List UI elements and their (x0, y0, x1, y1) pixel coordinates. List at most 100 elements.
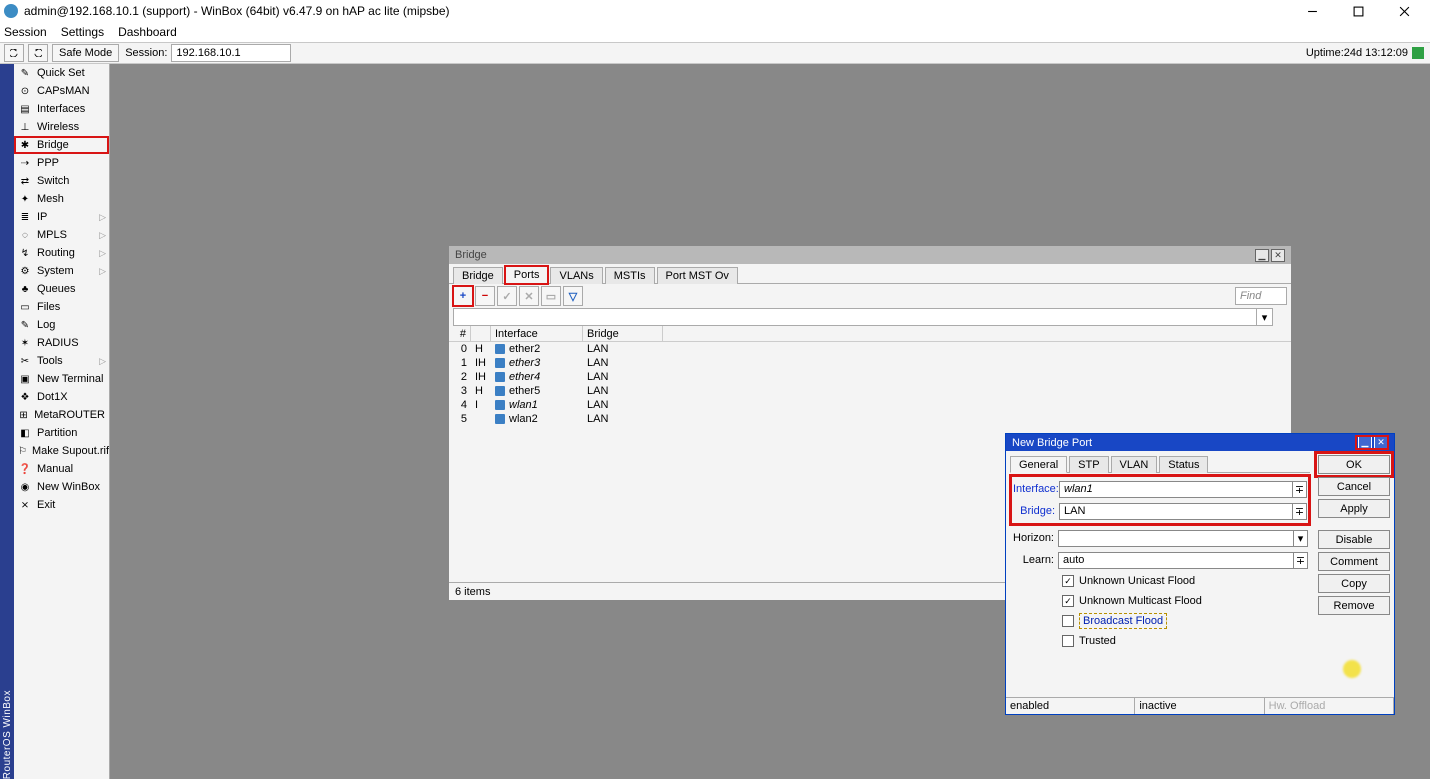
sidebar-item-exit[interactable]: ⨯Exit (14, 496, 109, 514)
sidebar-item-new-winbox[interactable]: ◉New WinBox (14, 478, 109, 496)
minimize-button[interactable] (1298, 2, 1326, 20)
col-interface[interactable]: Interface (491, 326, 583, 341)
dialog-title[interactable]: New Bridge Port ▁ ✕ (1006, 434, 1394, 451)
col-flag[interactable] (471, 326, 491, 341)
menu-settings[interactable]: Settings (61, 25, 104, 39)
dialog-close-icon[interactable]: ✕ (1374, 436, 1388, 449)
ok-button[interactable]: OK (1318, 455, 1390, 474)
tab-vlans[interactable]: VLANs (550, 267, 602, 284)
filter-dropdown[interactable]: ▾ (453, 308, 1273, 326)
table-row[interactable]: 3Hether5LAN (449, 384, 1291, 398)
tab-bridge[interactable]: Bridge (453, 267, 503, 284)
dropdown-arrow-icon[interactable]: ∓ (1292, 482, 1306, 497)
enable-button[interactable]: ✓ (497, 286, 517, 306)
table-row[interactable]: 2IHether4LAN (449, 370, 1291, 384)
sidebar-item-ip[interactable]: ≣IP▷ (14, 208, 109, 226)
sidebar-item-label: Routing (37, 247, 75, 259)
undo-button[interactable] (4, 44, 24, 62)
remove-button[interactable]: Remove (1318, 596, 1390, 615)
sidebar-icon: ✂ (18, 354, 32, 368)
sidebar-item-log[interactable]: ✎Log (14, 316, 109, 334)
comment-button[interactable]: ▭ (541, 286, 561, 306)
bridge-window-title[interactable]: Bridge ▁ ✕ (449, 246, 1291, 264)
find-input[interactable]: Find (1235, 287, 1287, 305)
sidebar-item-make-supout-rif[interactable]: ⚐Make Supout.rif (14, 442, 109, 460)
sidebar-item-label: Wireless (37, 121, 79, 133)
sidebar-item-partition[interactable]: ◧Partition (14, 424, 109, 442)
trusted-row[interactable]: Trusted (1012, 631, 1308, 651)
table-row[interactable]: 4Iwlan1LAN (449, 398, 1291, 412)
sidebar-item-radius[interactable]: ✶RADIUS (14, 334, 109, 352)
horizon-input[interactable]: ▾ (1058, 530, 1308, 547)
sidebar-item-switch[interactable]: ⇄Switch (14, 172, 109, 190)
disable-button[interactable]: ✕ (519, 286, 539, 306)
tab-mstis[interactable]: MSTIs (605, 267, 655, 284)
dropdown-arrow-icon[interactable]: ∓ (1293, 553, 1307, 568)
session-input[interactable]: 192.168.10.1 (171, 44, 291, 62)
interface-input[interactable]: wlan1∓ (1059, 481, 1307, 498)
unknown-multicast-row[interactable]: Unknown Multicast Flood (1012, 591, 1308, 611)
cancel-button[interactable]: Cancel (1318, 477, 1390, 496)
bridge-minimize-icon[interactable]: ▁ (1255, 249, 1269, 262)
bridge-input[interactable]: LAN∓ (1059, 503, 1307, 520)
broadcast-flood-row[interactable]: Broadcast Flood (1012, 611, 1308, 631)
learn-input[interactable]: auto∓ (1058, 552, 1308, 569)
comment-button[interactable]: Comment (1318, 552, 1390, 571)
sidebar-item-tools[interactable]: ✂Tools▷ (14, 352, 109, 370)
sidebar-item-mpls[interactable]: ◌MPLS▷ (14, 226, 109, 244)
sidebar-item-ppp[interactable]: ⇢PPP (14, 154, 109, 172)
table-row[interactable]: 0Hether2LAN (449, 342, 1291, 356)
sidebar-item-label: Interfaces (37, 103, 85, 115)
sidebar-item-label: Make Supout.rif (32, 445, 109, 457)
sidebar-item-capsman[interactable]: ⊙CAPsMAN (14, 82, 109, 100)
checkbox-icon[interactable] (1062, 575, 1074, 587)
filter-button[interactable]: ▽ (563, 286, 583, 306)
checkbox-icon[interactable] (1062, 615, 1074, 627)
tab-port-mst-ov[interactable]: Port MST Ov (657, 267, 738, 284)
close-button[interactable] (1390, 2, 1418, 20)
sidebar-item-mesh[interactable]: ✦Mesh (14, 190, 109, 208)
redo-button[interactable] (28, 44, 48, 62)
checkbox-icon[interactable] (1062, 635, 1074, 647)
menu-session[interactable]: Session (4, 25, 47, 39)
sidebar-item-metarouter[interactable]: ⊞MetaROUTER (14, 406, 109, 424)
dialog-minimize-icon[interactable]: ▁ (1358, 436, 1372, 449)
bridge-close-icon[interactable]: ✕ (1271, 249, 1285, 262)
dropdown-arrow-icon[interactable]: ∓ (1292, 504, 1306, 519)
dropdown-arrow-icon[interactable]: ▾ (1293, 531, 1307, 546)
table-row[interactable]: 1IHether3LAN (449, 356, 1291, 370)
sidebar-item-quick-set[interactable]: ✎Quick Set (14, 64, 109, 82)
sidebar-item-routing[interactable]: ↯Routing▷ (14, 244, 109, 262)
checkbox-icon[interactable] (1062, 595, 1074, 607)
tab-ports[interactable]: Ports (505, 266, 549, 284)
maximize-button[interactable] (1344, 2, 1372, 20)
sidebar-item-dot1x[interactable]: ❖Dot1X (14, 388, 109, 406)
sidebar-item-interfaces[interactable]: ▤Interfaces (14, 100, 109, 118)
safe-mode-button[interactable]: Safe Mode (52, 44, 119, 62)
sidebar-item-files[interactable]: ▭Files (14, 298, 109, 316)
sidebar-item-manual[interactable]: ❓Manual (14, 460, 109, 478)
copy-button[interactable]: Copy (1318, 574, 1390, 593)
disable-button[interactable]: Disable (1318, 530, 1390, 549)
submenu-icon: ▷ (99, 266, 106, 277)
sidebar-item-new-terminal[interactable]: ▣New Terminal (14, 370, 109, 388)
menu-dashboard[interactable]: Dashboard (118, 25, 177, 39)
remove-button[interactable]: − (475, 286, 495, 306)
sidebar-item-bridge[interactable]: ✱Bridge (14, 136, 109, 154)
sidebar-item-label: RADIUS (37, 337, 79, 349)
dialog-tab-vlan[interactable]: VLAN (1111, 456, 1158, 473)
apply-button[interactable]: Apply (1318, 499, 1390, 518)
dialog-tab-general[interactable]: General (1010, 456, 1067, 473)
sidebar-item-queues[interactable]: ♣Queues (14, 280, 109, 298)
col-bridge[interactable]: Bridge (583, 326, 663, 341)
add-button[interactable]: + (453, 286, 473, 306)
sidebar-item-wireless[interactable]: ⊥Wireless (14, 118, 109, 136)
sidebar-item-label: New WinBox (37, 481, 100, 493)
col-seq[interactable]: # (449, 326, 471, 341)
table-row[interactable]: 5wlan2LAN (449, 412, 1291, 426)
dialog-tab-status[interactable]: Status (1159, 456, 1208, 473)
dialog-tab-stp[interactable]: STP (1069, 456, 1108, 473)
cursor-highlight (1343, 660, 1361, 678)
sidebar-item-system[interactable]: ⚙System▷ (14, 262, 109, 280)
unknown-unicast-row[interactable]: Unknown Unicast Flood (1012, 571, 1308, 591)
